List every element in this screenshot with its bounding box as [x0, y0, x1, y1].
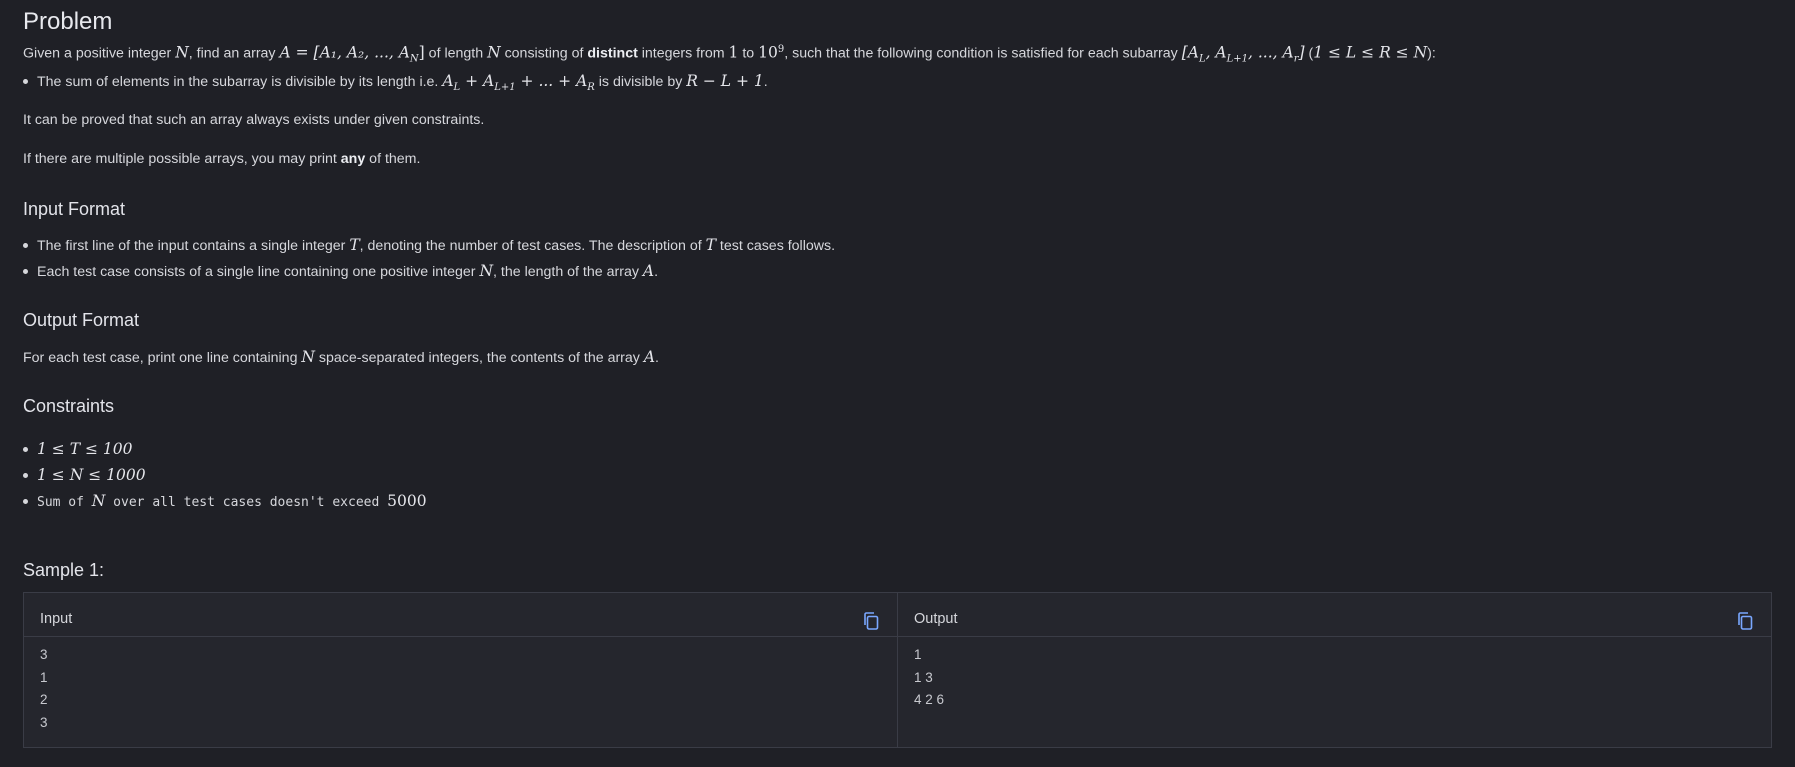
constraint-item: 1 ≤ T ≤ 100	[23, 439, 427, 460]
input-format-list: The first line of the input contains a s…	[23, 235, 835, 282]
sample-line: 3	[40, 714, 48, 730]
sample-line: 1	[40, 669, 48, 685]
multiple-answers-note: If there are multiple possible arrays, y…	[23, 151, 421, 167]
input-format-item: The first line of the input contains a s…	[23, 235, 835, 256]
sample-output-column: Output 1 1 3 4 2 6	[897, 593, 1771, 747]
problem-title: Problem	[23, 8, 113, 35]
sample-line: 2	[40, 692, 48, 707]
condition-item: The sum of elements in the subarray is d…	[23, 71, 768, 98]
sample-line: 1 3	[914, 669, 933, 685]
constraint-item: 1 ≤ N ≤ 1000	[23, 465, 427, 486]
constraints-heading: Constraints	[23, 396, 115, 416]
sample-output-label: Output	[914, 611, 958, 627]
sample-output-header: Output	[898, 593, 1771, 637]
sample-heading: Sample 1:	[23, 560, 105, 580]
sample-line: 4 2 6	[914, 692, 945, 707]
sample-input-label: Input	[40, 611, 73, 627]
copy-icon[interactable]	[863, 612, 879, 630]
existence-note: It can be proved that such an array alwa…	[23, 112, 485, 128]
sample-line: 1	[914, 647, 922, 662]
condition-list: The sum of elements in the subarray is d…	[23, 71, 768, 98]
problem-intro: Given a positive integer N, find an arra…	[23, 43, 1436, 65]
sample-input-column: Input 3 1 2 3	[24, 593, 897, 747]
sample-input-lines: 3 1 2 3	[24, 637, 897, 734]
input-format-item: Each test case consists of a single line…	[23, 261, 835, 282]
sample-input-header: Input	[24, 593, 897, 637]
copy-icon[interactable]	[1737, 612, 1753, 630]
output-format-heading: Output Format	[23, 310, 140, 330]
output-format-text: For each test case, print one line conta…	[23, 348, 659, 366]
sample-line: 3	[40, 647, 48, 662]
constraints-list: 1 ≤ T ≤ 100 1 ≤ N ≤ 1000 Sum of N over a…	[23, 439, 427, 513]
constraint-item: Sum of N over all test cases doesn't exc…	[23, 491, 427, 513]
sample-table: Input 3 1 2 3 Output 1 1 3 4 2 6	[23, 592, 1772, 748]
problem-page: Problem Given a positive integer N, find…	[0, 0, 1795, 767]
sample-output-lines: 1 1 3 4 2 6	[898, 637, 1771, 712]
input-format-heading: Input Format	[23, 199, 126, 219]
